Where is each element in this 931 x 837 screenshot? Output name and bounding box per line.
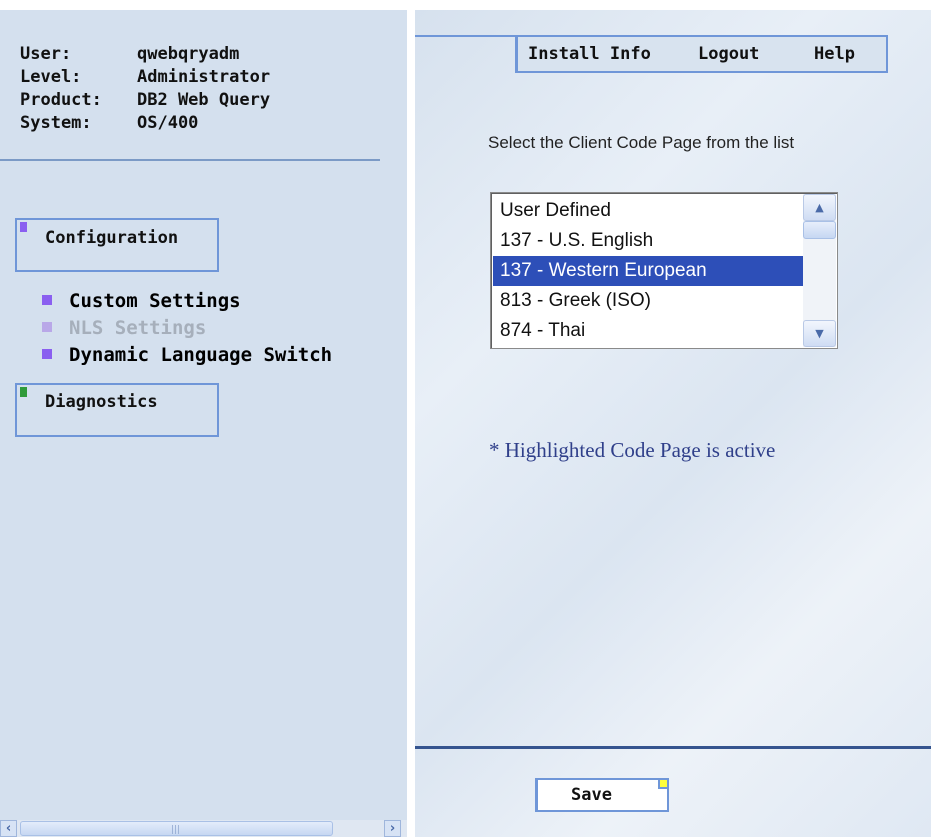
product-key: Product: — [20, 90, 102, 110]
help-link[interactable]: Help — [814, 44, 855, 64]
scroll-left-icon[interactable]: ‹ — [0, 820, 17, 837]
frame-splitter[interactable] — [407, 10, 415, 837]
system-key: System: — [20, 113, 92, 133]
product-value: DB2 Web Query — [137, 90, 271, 110]
user-value: qwebqryadm — [137, 44, 240, 64]
bottom-divider — [415, 746, 931, 749]
nav-item-nls-settings: NLS Settings — [42, 316, 206, 340]
user-row: User: qwebqryadm — [20, 43, 239, 65]
info-divider — [0, 159, 380, 161]
configuration-section[interactable]: Configuration — [15, 218, 219, 272]
left-nav-frame: User: qwebqryadm Level: Administrator Prod… — [0, 10, 407, 837]
code-page-option-137-western-european[interactable]: 137 - Western European — [493, 256, 803, 286]
scroll-down-icon[interactable]: ▼ — [803, 320, 836, 347]
level-value: Administrator — [137, 67, 271, 87]
scroll-up-icon[interactable]: ▲ — [803, 194, 836, 221]
nav-item-label: NLS Settings — [69, 317, 207, 339]
level-row: Level: Administrator — [20, 66, 270, 88]
diagnostics-marker-icon — [20, 387, 27, 397]
code-page-option-137-us-english[interactable]: 137 - U.S. English — [493, 226, 803, 256]
product-row: Product: DB2 Web Query — [20, 89, 270, 111]
logout-link[interactable]: Logout — [698, 44, 759, 64]
scrollbar-thumb[interactable]: ||| — [20, 821, 333, 836]
top-menu: Install Info Logout Help — [515, 35, 888, 73]
code-page-listbox[interactable]: User Defined 137 - U.S. English 137 - We… — [490, 192, 838, 349]
horizontal-scrollbar[interactable]: ‹ ||| › — [0, 820, 407, 837]
nav-item-dynamic-language-switch[interactable]: Dynamic Language Switch — [42, 343, 332, 367]
diagnostics-label: Diagnostics — [45, 392, 158, 412]
code-page-option-813-greek[interactable]: 813 - Greek (ISO) — [493, 286, 803, 316]
code-page-option-874-thai[interactable]: 874 - Thai — [493, 316, 803, 346]
save-label: Save — [571, 785, 612, 805]
listbox-vertical-scrollbar[interactable]: ▲ ▼ — [803, 194, 836, 347]
bullet-icon — [42, 322, 52, 332]
listbox-scrollbar-thumb[interactable] — [803, 221, 836, 239]
grip-icon: ||| — [171, 825, 181, 835]
code-page-option-user-defined[interactable]: User Defined — [493, 196, 803, 226]
configuration-label: Configuration — [45, 228, 179, 248]
user-key: User: — [20, 44, 72, 64]
nav-item-label: Dynamic Language Switch — [69, 344, 333, 366]
nav-item-label: Custom Settings — [69, 290, 241, 312]
nav-item-custom-settings[interactable]: Custom Settings — [42, 289, 241, 313]
code-page-prompt: Select the Client Code Page from the lis… — [488, 133, 795, 152]
install-info-link[interactable]: Install Info — [528, 44, 651, 64]
configuration-marker-icon — [20, 222, 27, 232]
system-row: System: OS/400 — [20, 112, 198, 134]
diagnostics-section[interactable]: Diagnostics — [15, 383, 219, 437]
top-divider — [415, 35, 515, 37]
active-code-page-note: * Highlighted Code Page is active — [489, 438, 776, 462]
bullet-icon — [42, 349, 52, 359]
bullet-icon — [42, 295, 52, 305]
scroll-right-icon[interactable]: › — [384, 820, 401, 837]
main-frame: Install Info Logout Help Select the Clie… — [415, 10, 931, 837]
save-button[interactable]: Save — [535, 778, 669, 812]
level-key: Level: — [20, 67, 82, 87]
system-value: OS/400 — [137, 113, 199, 133]
save-marker-icon — [658, 778, 669, 789]
